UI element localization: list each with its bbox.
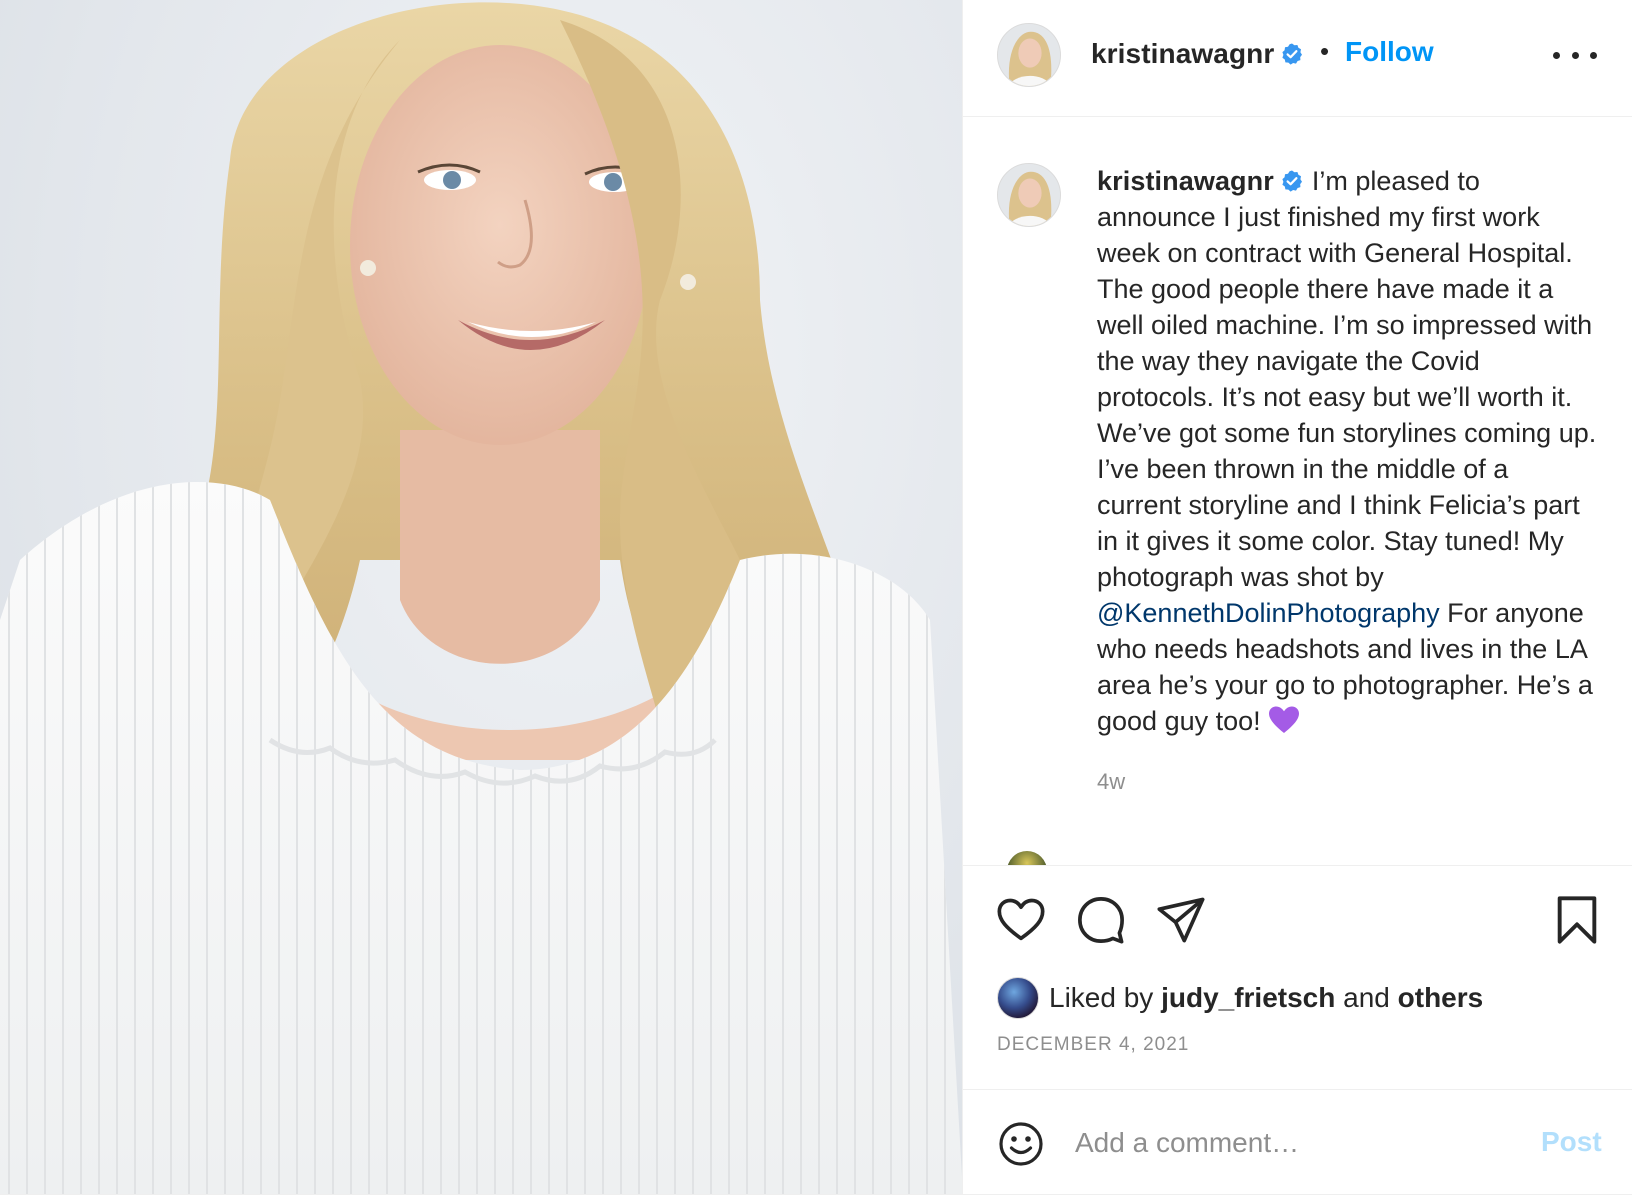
caption-author-avatar[interactable] (997, 163, 1061, 227)
post-caption: kristinawagnr I’m pleased to announce I j… (1097, 163, 1597, 739)
heart-icon[interactable] (995, 894, 1047, 946)
more-dot (1590, 51, 1597, 59)
comment-icon[interactable] (1075, 894, 1127, 946)
next-comment-avatar[interactable] (1007, 851, 1047, 865)
add-comment-bar: Post (963, 1089, 1632, 1194)
likes-summary: Liked by judy_frietsch and others (997, 976, 1483, 1020)
likes-conjunction: and (1343, 982, 1390, 1013)
bookmark-icon[interactable] (1551, 894, 1603, 946)
verified-badge-icon (1282, 43, 1303, 65)
author-avatar[interactable] (997, 23, 1061, 87)
post-age[interactable]: 4w (1097, 769, 1125, 795)
smiley-icon[interactable] (997, 1120, 1045, 1168)
likes-others-link[interactable]: others (1398, 982, 1484, 1013)
portrait-illustration (0, 2, 962, 1194)
follow-button[interactable]: Follow (1345, 36, 1434, 68)
purple-heart-emoji-icon (1269, 706, 1300, 733)
page-bottom-edge (0, 1194, 1632, 1200)
post-side-panel: kristinawagnr • Follow kristinawagnr I’m … (963, 0, 1632, 1194)
comment-input[interactable] (1075, 1120, 1495, 1166)
likes-text[interactable]: Liked by judy_frietsch and others (1049, 982, 1483, 1014)
liker-avatar[interactable] (997, 977, 1039, 1019)
more-dot (1553, 51, 1560, 59)
post-comment-button[interactable]: Post (1541, 1126, 1602, 1158)
post-actions: Liked by judy_frietsch and others DECEMB… (963, 865, 1632, 1089)
likes-prefix: Liked by (1049, 982, 1154, 1013)
author-username[interactable]: kristinawagnr (1091, 38, 1304, 70)
author-username-text[interactable]: kristinawagnr (1091, 38, 1274, 69)
verified-badge-icon (1282, 170, 1302, 192)
mention-link[interactable]: @KennethDolinPhotography (1097, 598, 1440, 628)
post-date[interactable]: DECEMBER 4, 2021 (997, 1034, 1189, 1056)
post-photo[interactable] (0, 0, 963, 1194)
more-dot (1571, 51, 1579, 59)
post-header: kristinawagnr • Follow (963, 0, 1632, 117)
send-icon[interactable] (1155, 894, 1207, 946)
header-separator: • (1320, 36, 1330, 66)
liker-username[interactable]: judy_frietsch (1161, 982, 1335, 1013)
caption-username[interactable]: kristinawagnr (1097, 166, 1274, 196)
caption-text: I’m pleased to announce I just finished … (1097, 166, 1597, 592)
more-horizontal-icon[interactable] (1553, 40, 1597, 70)
comments-area[interactable]: kristinawagnr I’m pleased to announce I j… (963, 117, 1632, 865)
